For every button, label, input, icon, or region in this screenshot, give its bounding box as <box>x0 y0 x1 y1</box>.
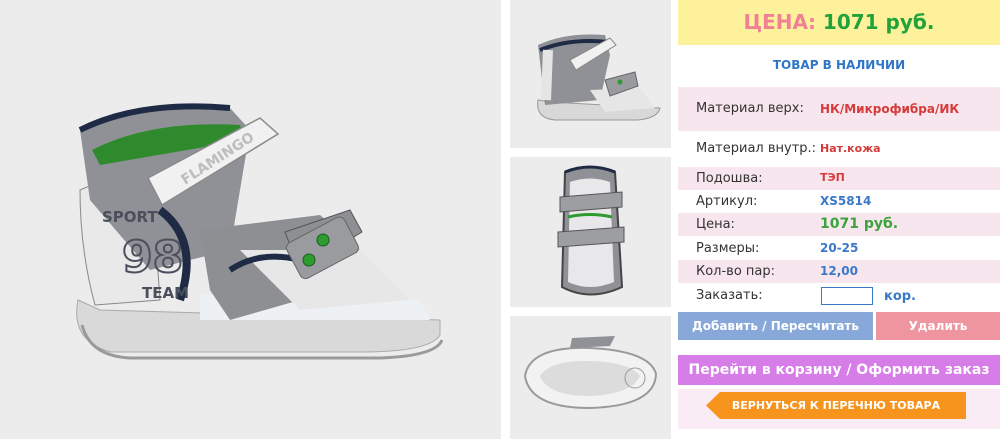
spec-value: ТЭП <box>820 171 845 184</box>
spec-value: 20-25 <box>820 241 859 255</box>
price-header: ЦЕНА: 1071 руб. <box>678 0 1000 45</box>
stock-status: ТОВАР В НАЛИЧИИ <box>772 58 906 72</box>
spec-row-sizes: Размеры: 20-25 <box>678 237 1000 260</box>
thumbnail-2[interactable] <box>510 157 671 307</box>
go-to-cart-button[interactable]: Перейти в корзину / Оформить заказ <box>678 355 1000 385</box>
sport-print: SPORT <box>102 208 158 226</box>
back-to-list-button[interactable]: ВЕРНУТЬСЯ К ПЕРЕЧНЮ ТОВАРА <box>706 392 966 419</box>
team-print: TEAM <box>142 284 189 302</box>
spec-key: Подошва: <box>696 171 763 186</box>
spec-value: 1071 руб. <box>820 216 899 232</box>
number-print: 98 <box>122 232 183 283</box>
quantity-input[interactable] <box>821 287 873 305</box>
spec-key: Кол-во пар: <box>696 264 776 279</box>
order-label: Заказать: <box>696 288 763 303</box>
spec-row-article: Артикул: XS5814 <box>678 190 1000 213</box>
spec-row-price: Цена: 1071 руб. <box>678 213 1000 236</box>
spec-row-upper-material: Материал верх: НК/Микрофибра/ИК <box>678 87 1000 131</box>
sandal-top-thumb <box>557 165 625 296</box>
spec-row-pairs: Кол-во пар: 12,00 <box>678 260 1000 283</box>
spec-key: Материал верх: <box>696 101 804 116</box>
quantity-unit: кор. <box>884 289 916 304</box>
sandal-side-thumb <box>537 34 661 121</box>
spec-value: 12,00 <box>820 264 858 278</box>
spec-value: Нат.кожа <box>820 142 881 155</box>
delete-button[interactable]: Удалить <box>876 312 1000 340</box>
spec-key: Материал внутр.: <box>696 141 817 156</box>
spec-value: XS5814 <box>820 194 872 208</box>
spec-row-sole: Подошва: ТЭП <box>678 167 1000 190</box>
product-main-image[interactable]: FLAMINGO SPORT 98 TEAM <box>0 0 501 439</box>
spec-row-inner-material: Материал внутр.: Нат.кожа <box>678 135 1000 165</box>
spec-value: НК/Микрофибра/ИК <box>820 102 960 116</box>
spec-key: Артикул: <box>696 194 758 209</box>
price-value: 1071 руб. <box>822 10 935 34</box>
price-label: ЦЕНА: <box>743 10 816 34</box>
thumbnail-1[interactable] <box>510 0 671 148</box>
add-recalculate-button[interactable]: Добавить / Пересчитать <box>678 312 873 340</box>
sandal-sole-thumb <box>523 336 658 410</box>
spec-key: Цена: <box>696 217 735 232</box>
thumbnail-3[interactable] <box>510 316 671 439</box>
spec-key: Размеры: <box>696 241 760 256</box>
sandal-side-view: FLAMINGO SPORT 98 TEAM <box>76 103 444 360</box>
